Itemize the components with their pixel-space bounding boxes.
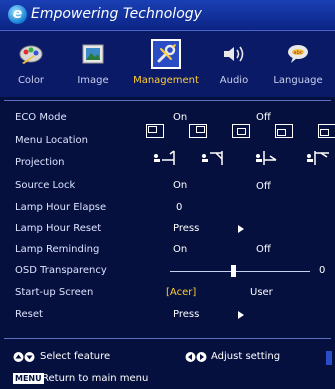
- projection-front-ceiling-icon[interactable]: [200, 147, 230, 169]
- tab-label: Management: [133, 75, 199, 86]
- source-lock-label: Source Lock: [15, 180, 76, 191]
- eco-mode-on[interactable]: On: [173, 112, 187, 123]
- select-feature-text: Select feature: [40, 351, 111, 362]
- lamp-hour-reset-label: Lamp Hour Reset: [15, 223, 102, 234]
- arrow-right-icon[interactable]: [238, 225, 244, 233]
- tab-color[interactable]: Color: [2, 35, 60, 93]
- tab-image[interactable]: Image: [62, 35, 124, 93]
- divider: [4, 100, 331, 101]
- tab-label: Image: [77, 75, 109, 86]
- lamp-reminding-label: Lamp Reminding: [15, 244, 100, 255]
- divider: [4, 338, 331, 339]
- menu-location-center-icon[interactable]: [232, 124, 250, 138]
- menu-location-top-right-icon[interactable]: [189, 124, 207, 138]
- menu-location-bottom-left-icon[interactable]: [275, 124, 293, 138]
- projection-rear-desktop-icon[interactable]: [254, 147, 284, 169]
- arrow-right-icon[interactable]: [238, 311, 244, 319]
- startup-screen-label: Start-up Screen: [15, 287, 94, 298]
- tab-label: Language: [273, 75, 323, 86]
- image-icon: [78, 39, 108, 69]
- reset-label: Reset: [15, 309, 43, 320]
- osd-transparency-value: 0: [319, 265, 326, 276]
- tab-label: Audio: [219, 75, 249, 86]
- adjust-setting-text: Adjust setting: [211, 351, 281, 362]
- acer-logo-icon: e: [8, 5, 27, 24]
- tab-label: Color: [17, 75, 45, 86]
- svg-text:abc: abc: [294, 50, 303, 56]
- tab-audio[interactable]: Audio: [208, 35, 260, 93]
- projection-front-desktop-icon[interactable]: [152, 147, 182, 169]
- eco-mode-label: ECO Mode: [15, 112, 67, 123]
- tab-language[interactable]: abc Language: [262, 35, 334, 93]
- management-icon: [151, 39, 181, 69]
- lamp-hour-elapse-value: 0: [176, 202, 183, 213]
- left-right-arrows-icon: [185, 352, 207, 362]
- source-lock-off[interactable]: Off: [256, 181, 271, 192]
- menu-location-bottom-right-icon[interactable]: [318, 124, 335, 138]
- lamp-reminding-on[interactable]: On: [173, 244, 187, 255]
- lamp-reminding-off[interactable]: Off: [256, 244, 271, 255]
- app-title: Empowering Technology: [31, 6, 202, 22]
- up-down-arrows-icon: [13, 352, 35, 362]
- startup-screen-user[interactable]: User: [250, 287, 273, 298]
- color-icon: [16, 39, 46, 69]
- return-text: Return to main menu: [42, 373, 149, 384]
- osd-transparency-slider-handle[interactable]: [231, 265, 236, 277]
- source-lock-on[interactable]: On: [173, 180, 187, 191]
- scroll-handle: [326, 351, 332, 365]
- eco-mode-off[interactable]: Off: [256, 112, 271, 123]
- osd-transparency-slider-track[interactable]: [170, 271, 310, 272]
- startup-screen-acer[interactable]: [Acer]: [166, 287, 196, 298]
- osd-transparency-label: OSD Transparency: [15, 265, 107, 276]
- audio-icon: [219, 39, 249, 69]
- reset-press[interactable]: Press: [173, 309, 199, 320]
- menu-key-icon: MENU: [13, 373, 44, 384]
- tab-management[interactable]: Management: [126, 35, 206, 93]
- lamp-hour-reset-press[interactable]: Press: [173, 223, 199, 234]
- lamp-hour-elapse-label: Lamp Hour Elapse: [15, 202, 107, 213]
- menu-location-top-left-icon[interactable]: [146, 124, 164, 138]
- language-icon: abc: [283, 39, 313, 69]
- menu-location-label: Menu Location: [15, 135, 88, 146]
- projection-label: Projection: [15, 157, 65, 168]
- projection-rear-ceiling-icon[interactable]: [305, 147, 335, 169]
